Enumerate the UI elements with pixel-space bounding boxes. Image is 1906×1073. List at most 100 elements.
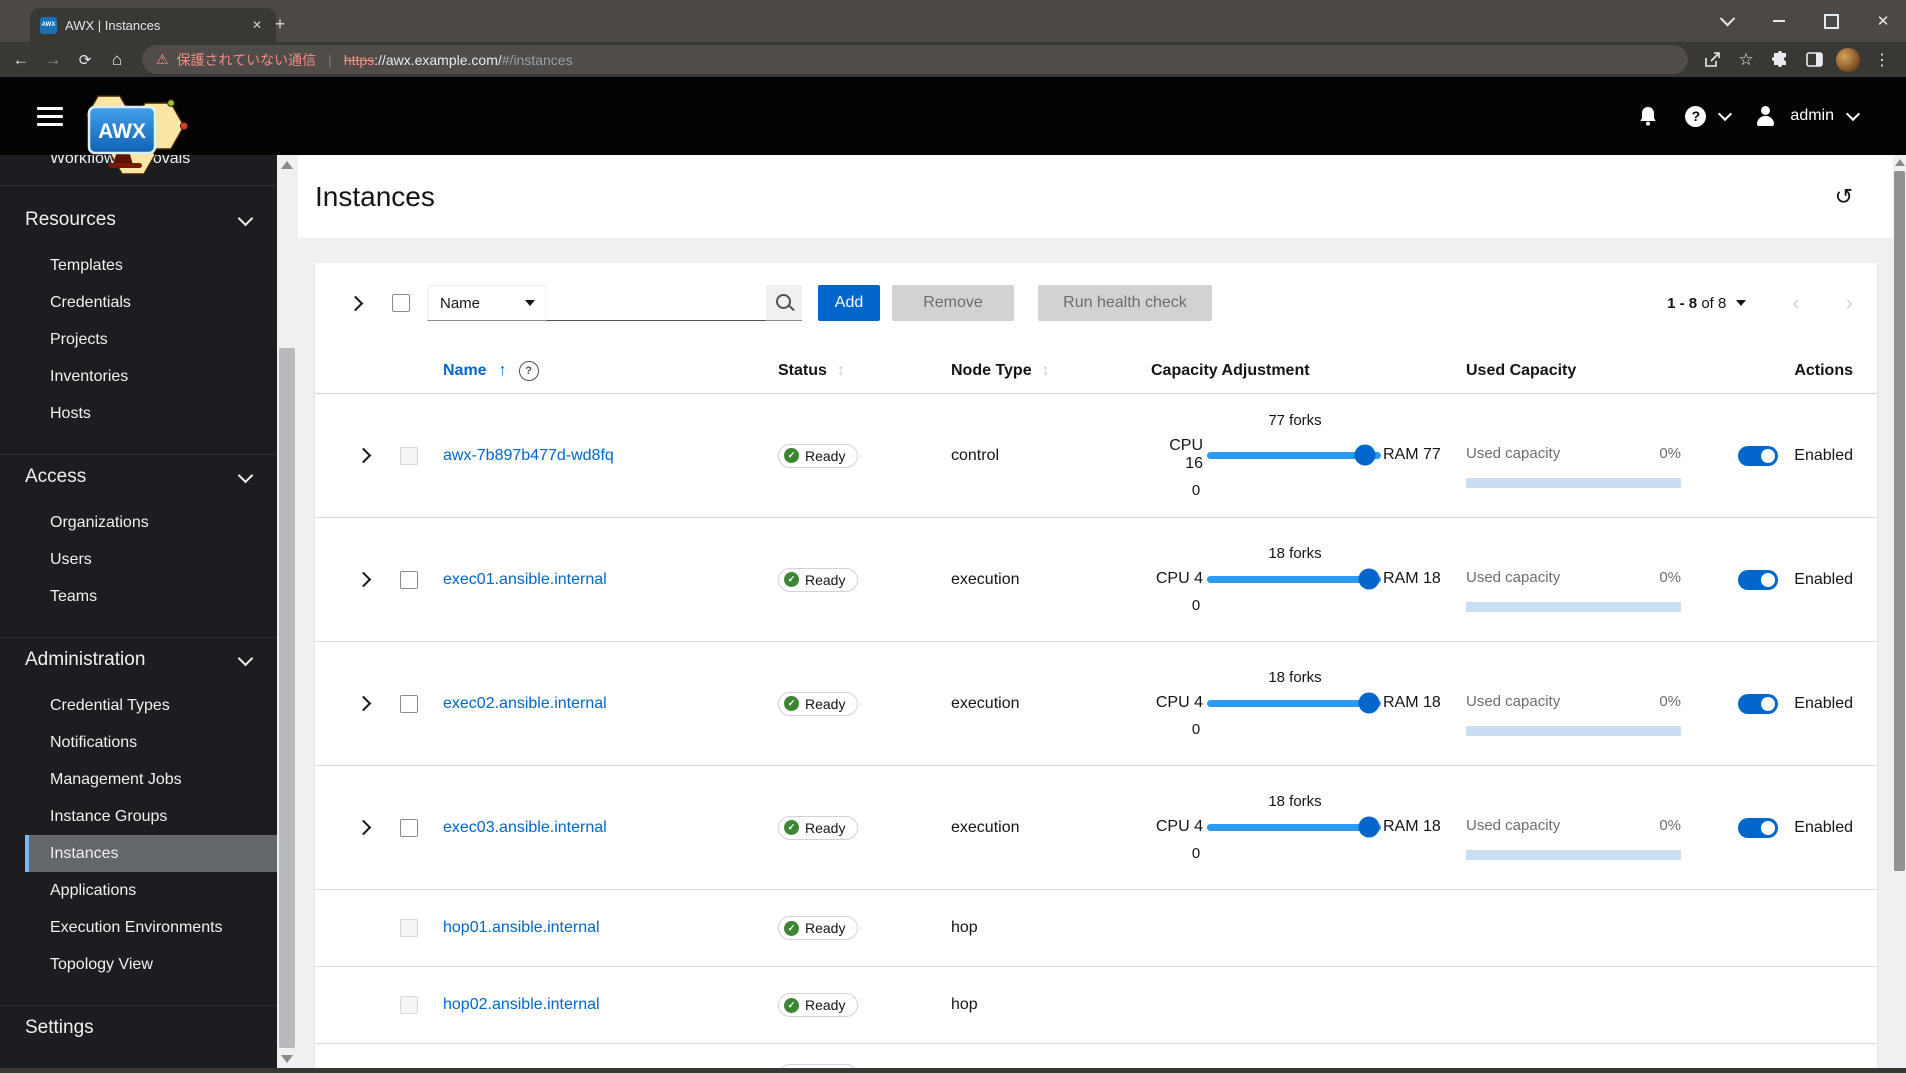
capacity-slider[interactable] xyxy=(1207,444,1381,466)
sidebar-group-resources[interactable]: Resources xyxy=(0,198,277,242)
row-checkbox[interactable] xyxy=(400,818,418,837)
column-header-name[interactable]: Name xyxy=(443,361,778,381)
extensions-icon[interactable] xyxy=(1768,48,1792,72)
browser-menu-icon[interactable] xyxy=(1870,48,1894,72)
expand-row-icon[interactable] xyxy=(355,571,371,588)
enabled-toggle[interactable] xyxy=(1738,569,1779,590)
bookmark-star-icon[interactable] xyxy=(1734,48,1758,72)
scroll-up-arrow-icon[interactable] xyxy=(1895,159,1905,166)
instance-name-link[interactable]: exec01.ansible.internal xyxy=(443,571,607,588)
enabled-toggle[interactable] xyxy=(1738,693,1779,714)
capacity-slider[interactable] xyxy=(1207,816,1381,838)
sidebar-item-organizations[interactable]: Organizations xyxy=(0,504,277,541)
slider-knob[interactable] xyxy=(1358,568,1380,590)
sidebar-item-hosts[interactable]: Hosts xyxy=(0,395,277,432)
slider-knob[interactable] xyxy=(1358,816,1380,838)
sidebar-item-topology-view[interactable]: Topology View xyxy=(0,946,277,983)
history-icon[interactable] xyxy=(1835,184,1853,210)
used-capacity-bar xyxy=(1466,602,1681,612)
help-icon[interactable] xyxy=(1685,105,1707,127)
expand-row-icon[interactable] xyxy=(355,819,371,836)
help-menu[interactable] xyxy=(1685,105,1733,127)
sidebar-item-projects[interactable]: Projects xyxy=(0,321,277,358)
tab-search-icon[interactable] xyxy=(1714,8,1740,34)
row-checkbox xyxy=(400,919,418,937)
filter-key-select[interactable]: Name xyxy=(427,285,546,321)
instance-name-link[interactable]: exec02.ansible.internal xyxy=(443,695,607,712)
side-panel-icon[interactable] xyxy=(1802,48,1826,72)
instance-name-link[interactable]: exec03.ansible.internal xyxy=(443,819,607,836)
row-checkbox[interactable] xyxy=(400,694,418,713)
sidebar-scrollbar-thumb[interactable] xyxy=(279,348,295,1048)
sidebar-group-access[interactable]: Access xyxy=(0,455,277,499)
window-close-button[interactable] xyxy=(1870,8,1896,34)
instance-name-link[interactable]: awx-7b897b477d-wd8fq xyxy=(443,447,614,464)
add-button[interactable]: Add xyxy=(818,285,880,321)
slider-knob[interactable] xyxy=(1358,692,1380,714)
tab-close-icon[interactable] xyxy=(248,16,266,34)
main-scrollbar[interactable] xyxy=(1893,155,1906,1073)
sidebar-item-teams[interactable]: Teams xyxy=(0,578,277,615)
user-menu[interactable]: admin xyxy=(1756,106,1861,126)
app-header: AWX admin xyxy=(0,77,1906,175)
expand-row-icon[interactable] xyxy=(355,695,371,712)
sidebar-item-management-jobs[interactable]: Management Jobs xyxy=(0,761,277,798)
nav-toggle-hamburger-icon[interactable] xyxy=(37,106,63,126)
slider-knob[interactable] xyxy=(1354,444,1376,466)
window-minimize-button[interactable] xyxy=(1766,8,1792,34)
notifications-bell-icon[interactable] xyxy=(1637,105,1659,127)
scroll-up-arrow-icon[interactable] xyxy=(281,161,293,169)
sidebar-item-instances[interactable]: Instances xyxy=(25,835,277,872)
new-tab-button[interactable] xyxy=(268,12,292,36)
search-input[interactable] xyxy=(546,285,766,321)
expand-all-icon[interactable] xyxy=(339,295,371,311)
next-page-icon[interactable] xyxy=(1846,292,1853,314)
sidebar-item-applications[interactable]: Applications xyxy=(0,872,277,909)
row-checkbox[interactable] xyxy=(400,570,418,589)
not-secure-label[interactable]: 保護されていない通信 xyxy=(177,50,317,70)
name-help-icon[interactable] xyxy=(518,361,539,381)
sidebar-item-credentials[interactable]: Credentials xyxy=(0,284,277,321)
sidebar-scrollbar[interactable] xyxy=(277,155,298,1073)
home-icon[interactable] xyxy=(104,47,130,73)
status-badge: ✓ Ready xyxy=(778,443,859,468)
remove-button[interactable]: Remove xyxy=(892,285,1014,321)
pagination-range-dropdown[interactable]: 1 - 8 of 8 xyxy=(1667,295,1747,312)
select-all-checkbox[interactable] xyxy=(392,294,410,312)
browser-profile-avatar[interactable] xyxy=(1836,47,1860,72)
column-header-node-type[interactable]: Node Type xyxy=(951,362,1151,380)
awx-logo[interactable]: AWX xyxy=(72,81,192,177)
column-header-status[interactable]: Status xyxy=(778,362,951,380)
scroll-down-arrow-icon[interactable] xyxy=(281,1055,293,1063)
browser-tab[interactable]: AWX AWX | Instances xyxy=(30,8,276,42)
row-checkbox xyxy=(400,446,418,465)
share-icon[interactable] xyxy=(1700,48,1724,72)
sidebar-item-notifications[interactable]: Notifications xyxy=(0,724,277,761)
back-icon[interactable] xyxy=(8,47,34,73)
previous-page-icon[interactable] xyxy=(1792,292,1799,314)
window-maximize-button[interactable] xyxy=(1818,8,1844,34)
enabled-toggle[interactable] xyxy=(1738,817,1779,838)
sidebar-item-templates[interactable]: Templates xyxy=(0,247,277,284)
forward-icon[interactable] xyxy=(40,47,66,73)
capacity-slider[interactable] xyxy=(1207,568,1381,590)
instance-name-link[interactable]: hop02.ansible.internal xyxy=(443,996,600,1013)
sidebar-item-users[interactable]: Users xyxy=(0,541,277,578)
sidebar-item-execution-environments[interactable]: Execution Environments xyxy=(0,909,277,946)
sidebar-group-settings[interactable]: Settings xyxy=(0,1006,277,1050)
run-health-check-button[interactable]: Run health check xyxy=(1038,285,1212,321)
address-bar[interactable]: 保護されていない通信 | https://awx.example.com/#/i… xyxy=(142,45,1688,74)
main-scrollbar-thumb[interactable] xyxy=(1894,171,1905,871)
sidebar-item-inventories[interactable]: Inventories xyxy=(0,358,277,395)
sidebar-group-administration[interactable]: Administration xyxy=(0,638,277,682)
enabled-toggle[interactable] xyxy=(1738,445,1779,466)
search-button[interactable] xyxy=(766,285,802,321)
reload-icon[interactable] xyxy=(72,47,98,73)
capacity-slider[interactable] xyxy=(1207,692,1381,714)
sidebar-item-label: Instances xyxy=(50,844,119,862)
sidebar-item-instance-groups[interactable]: Instance Groups xyxy=(0,798,277,835)
expand-row-icon[interactable] xyxy=(355,447,371,464)
instance-name-link[interactable]: hop01.ansible.internal xyxy=(443,919,600,936)
sidebar-item-credential-types[interactable]: Credential Types xyxy=(0,687,277,724)
not-secure-warning-icon[interactable] xyxy=(156,51,169,68)
